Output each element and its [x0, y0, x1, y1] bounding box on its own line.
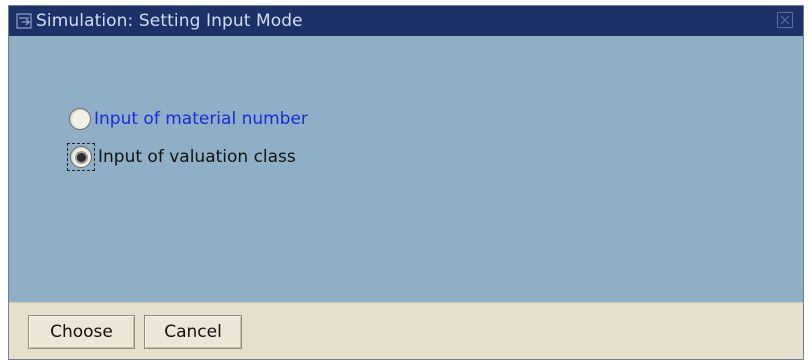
dialog-icon: [15, 12, 33, 30]
radio-option-material-number[interactable]: Input of material number: [69, 107, 308, 131]
radio-selected-dot: [76, 152, 86, 162]
title-bar[interactable]: Simulation: Setting Input Mode: [9, 6, 803, 36]
window-title: Simulation: Setting Input Mode: [36, 11, 303, 31]
dialog-content: Input of material number Input of valuat…: [9, 36, 803, 303]
radio-button-valuation-class[interactable]: [70, 146, 92, 168]
radio-button-material-number[interactable]: [69, 108, 91, 130]
close-icon[interactable]: [777, 12, 793, 28]
focus-indicator: [67, 143, 95, 171]
cancel-button[interactable]: Cancel: [144, 315, 242, 349]
radio-label-valuation-class: Input of valuation class: [98, 147, 296, 167]
button-bar: Choose Cancel: [9, 302, 803, 359]
dialog-window: Simulation: Setting Input Mode Input of …: [8, 5, 804, 360]
radio-option-valuation-class[interactable]: Input of valuation class: [67, 143, 296, 171]
choose-button[interactable]: Choose: [28, 315, 135, 349]
radio-label-material-number: Input of material number: [94, 109, 308, 129]
